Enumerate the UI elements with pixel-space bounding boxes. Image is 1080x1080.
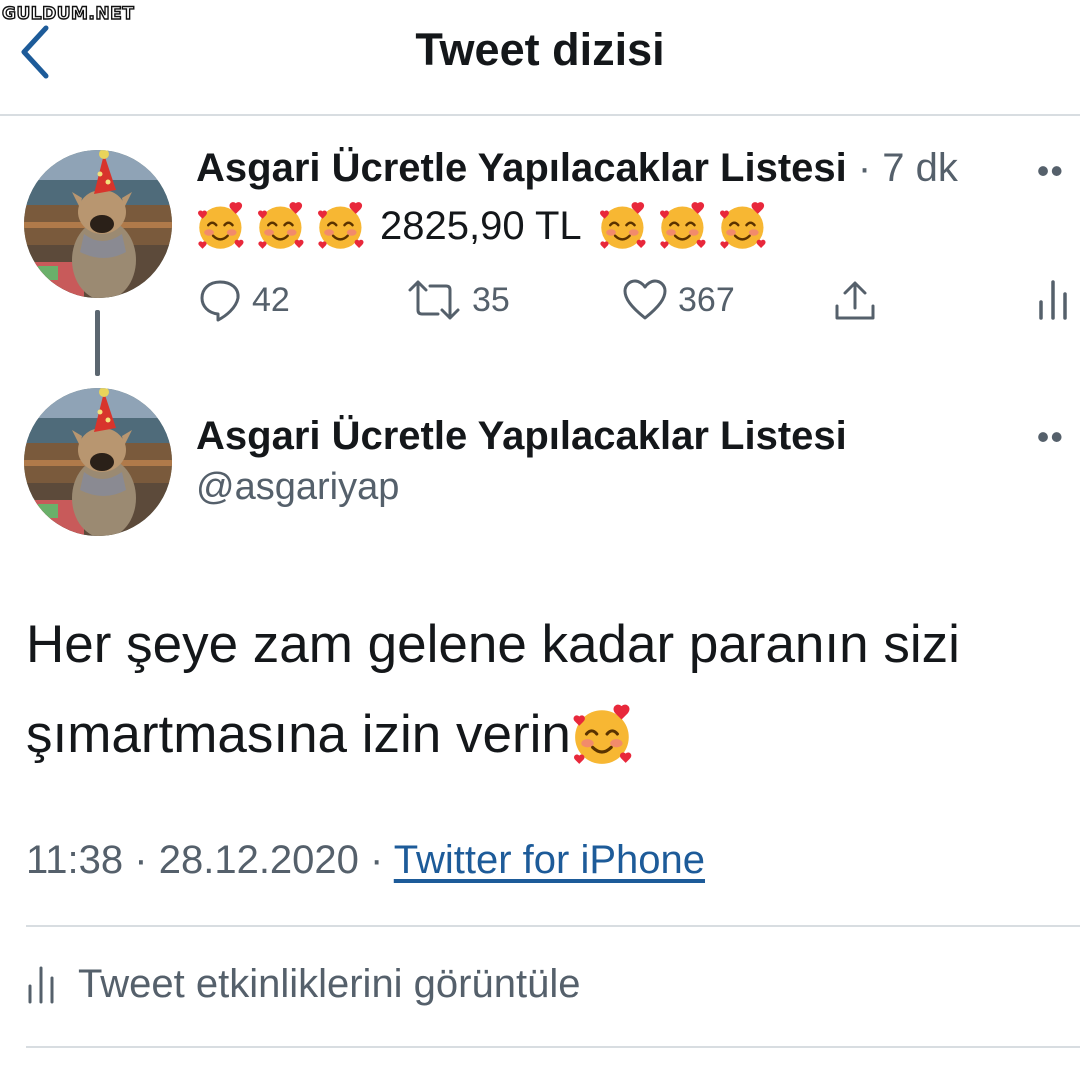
profile-photo <box>24 150 172 298</box>
display-name[interactable]: Asgari Ücretle Yapılacaklar Listesi <box>196 146 847 190</box>
smiling-face-with-hearts-icon <box>598 200 650 252</box>
avatar[interactable] <box>24 150 172 298</box>
retweet-button[interactable]: 35 <box>406 278 510 322</box>
page-title: Tweet dizisi <box>415 24 665 75</box>
retweet-icon <box>408 280 460 320</box>
tweet-header: Asgari Ücretle Yapılacaklar Listesi · 7 … <box>196 146 958 191</box>
source-link[interactable]: Twitter for iPhone <box>394 838 705 882</box>
retweet-count: 35 <box>472 280 510 319</box>
tweet-amount: 2825,90 TL <box>380 203 582 248</box>
top-bar: Tweet dizisi <box>0 0 1080 116</box>
view-tweet-activity-button[interactable]: Tweet etkinliklerini görüntüle <box>26 952 580 1016</box>
tweet-text: Her şeye zam gelene kadar paranın sizi ş… <box>26 600 1076 780</box>
more-options-icon[interactable]: •• <box>1037 416 1064 458</box>
display-name[interactable]: Asgari Ücretle Yapılacaklar Listesi <box>196 414 847 459</box>
tweet-age: · 7 dk <box>857 146 958 190</box>
avatar[interactable] <box>24 388 172 536</box>
bar-chart-icon <box>28 966 54 1004</box>
smiling-face-with-hearts-icon <box>256 200 308 252</box>
smiling-face-with-hearts-icon <box>718 200 770 252</box>
analytics-button[interactable] <box>1036 278 1070 320</box>
tweet-text-segment: şımartmasına izin verin <box>26 705 571 764</box>
heart-icon <box>623 279 667 320</box>
profile-photo <box>24 388 172 536</box>
username-handle[interactable]: @asgariyap <box>196 466 399 509</box>
reply-count: 42 <box>252 280 290 319</box>
emoji-group <box>196 200 376 252</box>
like-button[interactable]: 367 <box>622 278 735 322</box>
reply-button[interactable]: 42 <box>198 278 290 322</box>
smiling-face-with-hearts-icon <box>316 200 368 252</box>
share-button[interactable] <box>832 278 878 324</box>
more-options-icon[interactable]: •• <box>1037 150 1064 192</box>
divider <box>26 1046 1080 1048</box>
tweet-time: 11:38 <box>26 838 124 882</box>
tweet-text-line: Her şeye zam gelene kadar paranın sizi <box>26 615 960 674</box>
smiling-face-with-hearts-icon <box>658 200 710 252</box>
tweet-actions: 42 35 367 <box>196 272 1076 332</box>
tweet-text: 2825,90 TL <box>196 198 778 254</box>
emoji-group <box>598 200 778 252</box>
smiling-face-with-hearts-icon <box>571 702 637 768</box>
tweet-text-line: şımartmasına izin verin <box>26 690 1076 780</box>
separator: · <box>370 838 384 882</box>
divider <box>26 925 1080 927</box>
reply-icon <box>200 280 240 322</box>
like-count: 367 <box>678 280 735 319</box>
share-icon <box>835 281 875 320</box>
bar-chart-icon <box>1039 280 1067 320</box>
tweet-date: 28.12.2020 <box>158 838 359 882</box>
separator: · <box>134 838 148 882</box>
tweet-timestamp: 11:38 · 28.12.2020 · Twitter for iPhone <box>26 838 705 883</box>
smiling-face-with-hearts-icon <box>196 200 248 252</box>
thread-connector <box>95 310 100 376</box>
activity-label: Tweet etkinliklerini görüntüle <box>78 961 581 1006</box>
